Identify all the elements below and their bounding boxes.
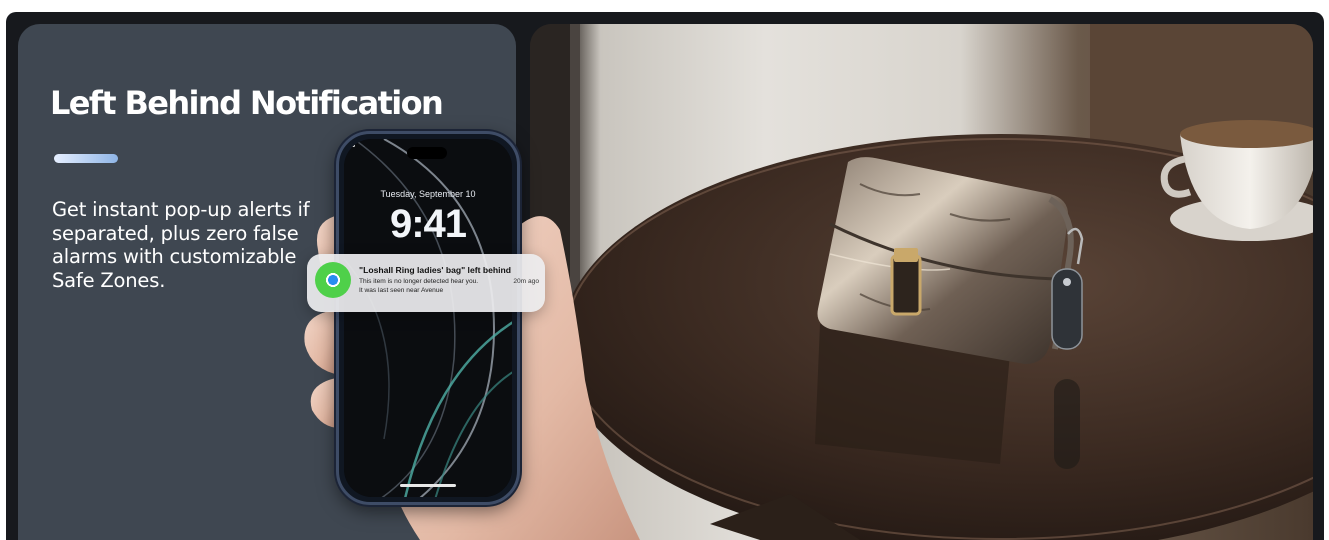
page-title: Left Behind Notification <box>50 84 444 122</box>
bag-clasp <box>890 254 922 316</box>
dynamic-island <box>407 147 447 159</box>
product-photo <box>530 24 1313 540</box>
notification-body-line-1: This item is no longer detected hear you… <box>359 278 479 285</box>
accent-bar <box>54 154 118 163</box>
smartphone: Tuesday, September 10 9:41 <box>336 131 520 505</box>
notification-body-line-2: It was last seen near Avenue <box>359 286 444 294</box>
feature-description: Get instant pop-up alerts if separated, … <box>52 198 310 292</box>
lock-screen: Tuesday, September 10 9:41 <box>344 139 512 497</box>
notification-body: This item is no longer detected hear you… <box>359 278 478 295</box>
camera-icon[interactable] <box>344 139 355 147</box>
banner-frame: Left Behind Notification Get instant pop… <box>6 12 1324 540</box>
notification-time: 20m ago <box>513 278 539 285</box>
find-my-icon <box>315 262 351 298</box>
notification-title: "Loshall Ring ladies' bag" left behind <box>359 265 512 275</box>
home-indicator[interactable] <box>400 484 456 487</box>
left-behind-notification[interactable]: "Loshall Ring ladies' bag" left behind T… <box>307 254 545 312</box>
lock-screen-time: 9:41 <box>389 202 467 246</box>
cafe-table-scene <box>530 24 1313 540</box>
lock-screen-date: Tuesday, September 10 <box>380 189 476 199</box>
